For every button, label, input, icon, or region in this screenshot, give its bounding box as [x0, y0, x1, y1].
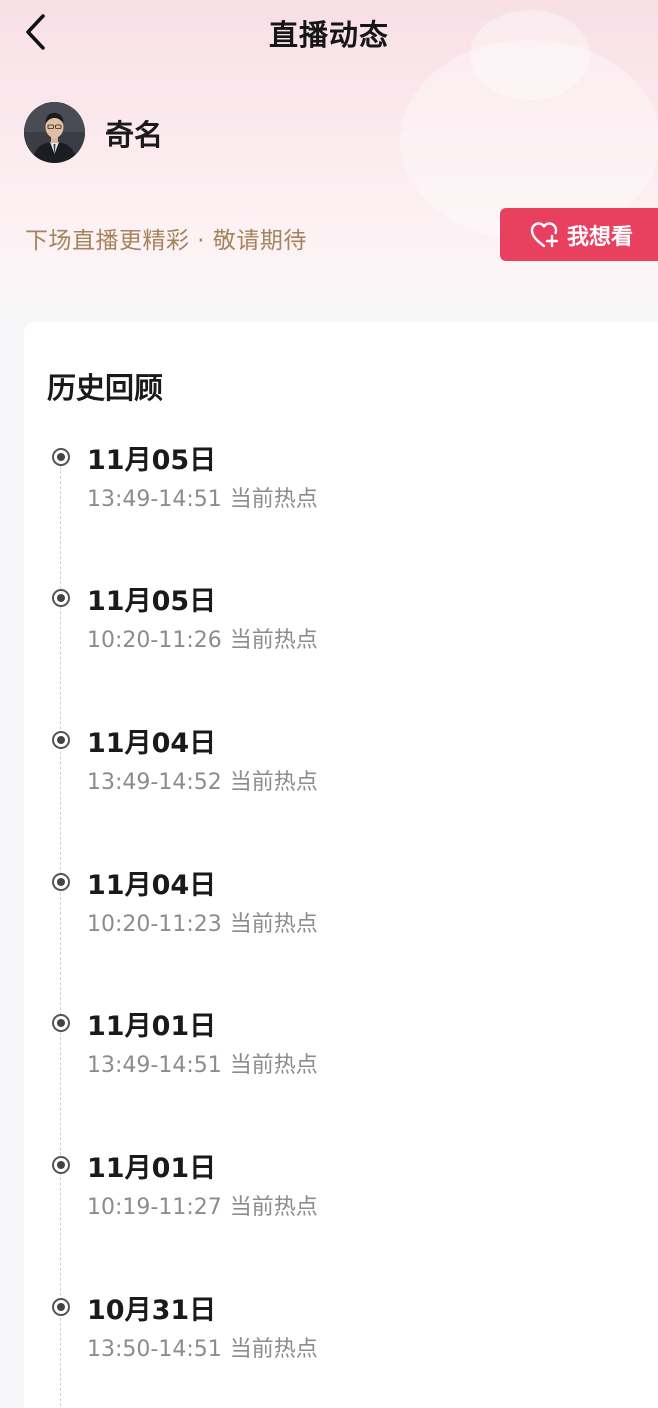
page-title: 直播动态 [268, 18, 389, 52]
history-title: 历史回顾 [47, 371, 164, 405]
want-to-watch-button[interactable]: 我想看 [500, 208, 658, 261]
avatar[interactable] [24, 102, 85, 163]
history-item-date: 11月05日 [87, 445, 217, 476]
history-item-subtitle: 10:20-11:23 当前热点 [87, 906, 318, 938]
timeline-dot-icon [52, 1298, 70, 1316]
history-item[interactable]: 11月04日 10:20-11:23 当前热点 [24, 869, 658, 989]
history-item-time: 13:49-14:51 [87, 1053, 222, 1078]
navigation-bar: 直播动态 [0, 0, 658, 64]
timeline-dot-icon [52, 589, 70, 607]
timeline-dot-icon [52, 448, 70, 466]
history-item-time: 13:49-14:51 [87, 487, 222, 512]
history-item-date: 11月01日 [87, 1153, 217, 1184]
next-live-tagline: 下场直播更精彩 · 敬请期待 [25, 228, 307, 254]
timeline-dot-icon [52, 873, 70, 891]
history-item-time: 10:20-11:23 [87, 912, 222, 937]
history-item[interactable]: 10月31日 13:50-14:51 当前热点 [24, 1294, 658, 1408]
history-item-time: 13:49-14:52 [87, 770, 222, 795]
history-item[interactable]: 11月05日 13:49-14:51 当前热点 [24, 444, 658, 564]
history-item[interactable]: 11月01日 10:19-11:27 当前热点 [24, 1152, 658, 1272]
history-item-time: 10:20-11:26 [87, 628, 222, 653]
timeline-dot-icon [52, 731, 70, 749]
history-item-subtitle: 13:49-14:51 当前热点 [87, 1047, 318, 1079]
history-item-time: 13:50-14:51 [87, 1337, 222, 1362]
history-item-subtitle: 13:49-14:52 当前热点 [87, 764, 318, 796]
history-item[interactable]: 11月05日 10:20-11:26 当前热点 [24, 585, 658, 705]
history-item-subtitle: 13:49-14:51 当前热点 [87, 481, 318, 513]
heart-plus-icon [530, 221, 559, 247]
history-item-tag: 当前热点 [229, 628, 318, 653]
history-item-date: 11月04日 [87, 870, 217, 901]
history-item-time: 10:19-11:27 [87, 1195, 222, 1220]
anchor-name[interactable]: 奇名 [105, 112, 163, 154]
history-item-tag: 当前热点 [229, 1337, 318, 1362]
history-item-tag: 当前热点 [229, 1195, 318, 1220]
history-card: 历史回顾 11月05日 13:49-14:51 当前热点 11月05日 10:20… [24, 322, 658, 1408]
history-item[interactable]: 11月04日 13:49-14:52 当前热点 [24, 727, 658, 847]
history-item[interactable]: 11月01日 13:49-14:51 当前热点 [24, 1010, 658, 1130]
history-item-date: 10月31日 [87, 1295, 217, 1326]
timeline-dot-icon [52, 1014, 70, 1032]
anchor-profile[interactable]: 奇名 [24, 102, 163, 163]
history-item-tag: 当前热点 [229, 912, 318, 937]
history-item-date: 11月01日 [87, 1011, 217, 1042]
history-item-subtitle: 13:50-14:51 当前热点 [87, 1331, 318, 1363]
history-item-subtitle: 10:19-11:27 当前热点 [87, 1189, 318, 1221]
history-item-subtitle: 10:20-11:26 当前热点 [87, 622, 318, 654]
history-item-tag: 当前热点 [229, 1053, 318, 1078]
history-item-date: 11月04日 [87, 728, 217, 759]
want-to-watch-label: 我想看 [567, 224, 634, 250]
history-item-tag: 当前热点 [229, 487, 318, 512]
history-item-tag: 当前热点 [229, 770, 318, 795]
timeline-dot-icon [52, 1156, 70, 1174]
history-item-date: 11月05日 [87, 586, 217, 617]
